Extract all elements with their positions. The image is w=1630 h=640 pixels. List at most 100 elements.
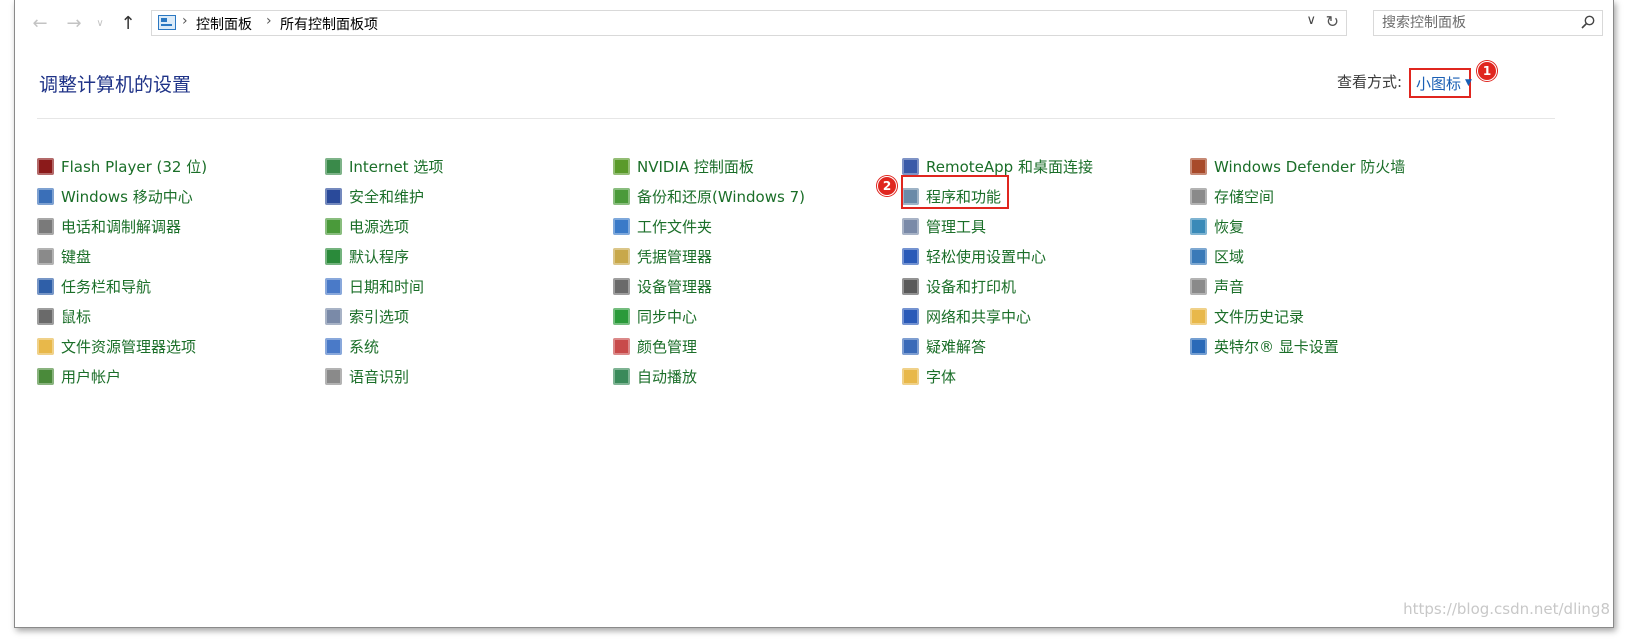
control-panel-item-label: 备份和还原(Windows 7): [637, 187, 805, 206]
work-folders-icon: [613, 217, 630, 235]
control-panel-item[interactable]: 系统: [325, 331, 443, 361]
refresh-icon[interactable]: ↻: [1326, 12, 1339, 31]
control-panel-item[interactable]: 索引选项: [325, 301, 443, 331]
view-by-value: 小图标: [1416, 74, 1462, 93]
taskbar-icon: [37, 277, 54, 295]
breadcrumb-control-panel[interactable]: 控制面板: [196, 14, 252, 34]
control-panel-item-label: 英特尔® 显卡设置: [1214, 337, 1339, 356]
control-panel-item[interactable]: 语音识别: [325, 361, 443, 391]
forward-arrow-icon[interactable]: →: [63, 12, 85, 34]
control-panel-item-label: 设备和打印机: [926, 277, 1017, 296]
folder-options-icon: [37, 337, 54, 355]
control-panel-item[interactable]: 疑难解答: [902, 331, 1093, 361]
control-panel-item[interactable]: 凭据管理器: [613, 241, 805, 271]
items-column-1: Flash Player (32 位) Windows 移动中心 电话和调制解调器键…: [37, 151, 207, 391]
control-panel-item-label: 设备管理器: [637, 277, 713, 296]
breadcrumb-separator-icon: ›: [182, 13, 188, 29]
control-panel-item[interactable]: Flash Player (32 位): [37, 151, 207, 181]
breadcrumb-separator-icon: ›: [266, 13, 272, 29]
control-panel-item[interactable]: 声音: [1190, 271, 1405, 301]
control-panel-item[interactable]: 键盘: [37, 241, 207, 271]
control-panel-item[interactable]: 鼠标: [37, 301, 207, 331]
items-column-2: Internet 选项安全和维护电源选项 默认程序日期和时间索引选项系统语音识别: [325, 151, 443, 391]
recent-locations-chevron-icon[interactable]: ∨: [93, 12, 107, 34]
firewall-icon: [1190, 157, 1207, 175]
control-panel-item[interactable]: 自动播放: [613, 361, 805, 391]
header-divider: [37, 118, 1555, 119]
back-arrow-icon[interactable]: ←: [29, 12, 51, 34]
mouse-icon: [37, 307, 54, 325]
control-panel-item[interactable]: 恢复: [1190, 211, 1405, 241]
control-panel-item-label: 文件历史记录: [1214, 307, 1305, 326]
control-panel-item[interactable]: Internet 选项: [325, 151, 443, 181]
control-panel-item[interactable]: 工作文件夹: [613, 211, 805, 241]
control-panel-item-label: Flash Player (32 位): [61, 157, 208, 176]
search-box: [1373, 10, 1603, 36]
address-bar[interactable]: › 控制面板 › 所有控制面板项 ∨ ↻: [151, 10, 1347, 36]
control-panel-item[interactable]: 区域: [1190, 241, 1405, 271]
storage-spaces-icon: [1190, 187, 1207, 205]
control-panel-item[interactable]: 文件资源管理器选项: [37, 331, 207, 361]
dropdown-caret-icon: ▼: [1465, 78, 1472, 88]
default-programs-icon: [325, 247, 342, 265]
remoteapp-icon: [902, 157, 919, 175]
autoplay-icon: [613, 367, 630, 385]
control-panel-item[interactable]: NVIDIA 控制面板: [613, 151, 805, 181]
control-panel-item[interactable]: 设备和打印机: [902, 271, 1093, 301]
up-arrow-icon[interactable]: ↑: [117, 12, 139, 34]
control-panel-item[interactable]: 任务栏和导航: [37, 271, 207, 301]
view-by-dropdown[interactable]: 小图标 ▼: [1409, 68, 1472, 98]
control-panel-item[interactable]: 设备管理器: [613, 271, 805, 301]
control-panel-item[interactable]: 轻松使用设置中心: [902, 241, 1093, 271]
control-panel-item[interactable]: Windows Defender 防火墙: [1190, 151, 1405, 181]
control-panel-item[interactable]: 日期和时间: [325, 271, 443, 301]
control-panel-item[interactable]: 文件历史记录: [1190, 301, 1405, 331]
control-panel-item[interactable]: 电源选项: [325, 211, 443, 241]
control-panel-item-label: 索引选项: [349, 307, 410, 326]
control-panel-item[interactable]: 用户帐户: [37, 361, 207, 391]
control-panel-item[interactable]: 颜色管理: [613, 331, 805, 361]
control-panel-item-label: 语音识别: [349, 367, 410, 386]
search-icon[interactable]: [1580, 14, 1596, 30]
control-panel-item-label: 存储空间: [1214, 187, 1275, 206]
search-input[interactable]: [1382, 14, 1572, 32]
region-icon: [1190, 247, 1207, 265]
user-accounts-icon: [37, 367, 54, 385]
items-column-3: NVIDIA 控制面板备份和还原(Windows 7) 工作文件夹凭据管理器设备管…: [613, 151, 805, 391]
control-panel-item-label: 任务栏和导航: [61, 277, 152, 296]
control-panel-item-label: 文件资源管理器选项: [61, 337, 197, 356]
control-panel-item[interactable]: 默认程序: [325, 241, 443, 271]
control-panel-item[interactable]: 网络和共享中心: [902, 301, 1093, 331]
control-panel-item-label: 网络和共享中心: [926, 307, 1032, 326]
printer-icon: [902, 277, 919, 295]
control-panel-item[interactable]: 字体: [902, 361, 1093, 391]
date-time-icon: [325, 277, 342, 295]
control-panel-item-label: 安全和维护: [349, 187, 425, 206]
control-panel-item[interactable]: 存储空间: [1190, 181, 1405, 211]
breadcrumb-all-items[interactable]: 所有控制面板项: [280, 14, 378, 34]
mobility-center-icon: [37, 187, 54, 205]
device-manager-icon: [613, 277, 630, 295]
control-panel-item[interactable]: 备份和还原(Windows 7): [613, 181, 805, 211]
control-panel-item[interactable]: 安全和维护: [325, 181, 443, 211]
control-panel-item-label: 颜色管理: [637, 337, 698, 356]
annotation-badge-1: 1: [1477, 61, 1497, 81]
navigation-bar: ← → ∨ ↑ › 控制面板 › 所有控制面板项 ∨ ↻: [15, 8, 1613, 40]
control-panel-item-label: 凭据管理器: [637, 247, 713, 266]
control-panel-item[interactable]: Windows 移动中心: [37, 181, 207, 211]
control-panel-item[interactable]: 管理工具: [902, 211, 1093, 241]
control-panel-item-label: 日期和时间: [349, 277, 425, 296]
control-panel-item[interactable]: 同步中心: [613, 301, 805, 331]
internet-options-icon: [325, 157, 342, 175]
page-title: 调整计算机的设置: [39, 74, 192, 96]
control-panel-item-label: 鼠标: [61, 307, 92, 326]
control-panel-item-label: 管理工具: [926, 217, 987, 236]
fonts-icon: [902, 367, 919, 385]
file-history-icon: [1190, 307, 1207, 325]
phone-modem-icon: [37, 217, 54, 235]
address-dropdown-chevron-icon[interactable]: ∨: [1306, 13, 1316, 28]
troubleshooting-icon: [902, 337, 919, 355]
control-panel-item[interactable]: 英特尔® 显卡设置: [1190, 331, 1405, 361]
control-panel-item[interactable]: 电话和调制解调器: [37, 211, 207, 241]
intel-graphics-icon: [1190, 337, 1207, 355]
